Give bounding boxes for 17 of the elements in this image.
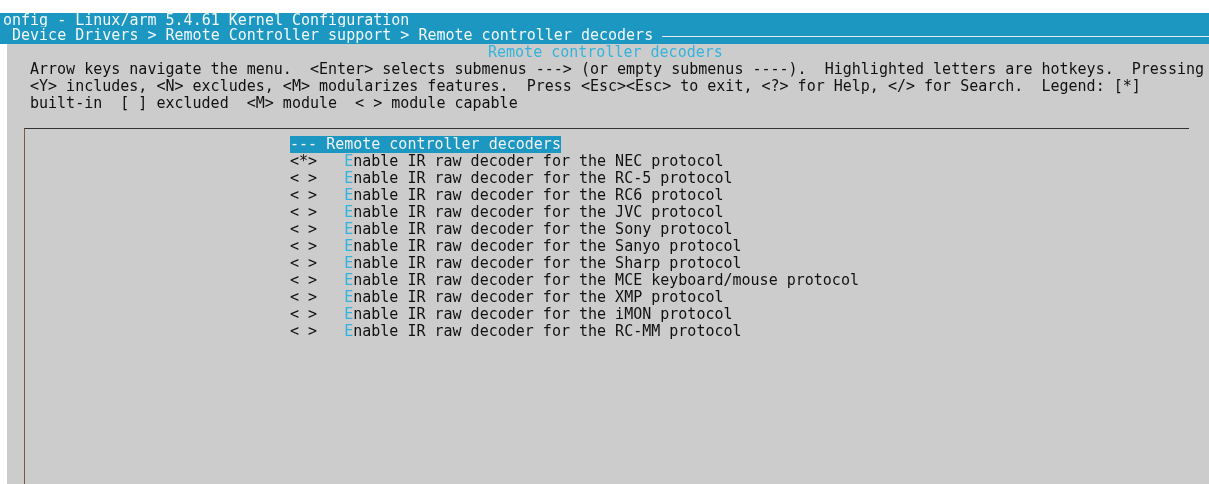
menu-option[interactable]: < > Enable IR raw decoder for the RC-MM protocol [290, 323, 742, 340]
help-text: built-in [ ] excluded <M> module < > module capable [30, 95, 518, 112]
menu-option[interactable]: <*> Enable IR raw decoder for the NEC protocol [290, 153, 724, 170]
menu-option[interactable]: < > Enable IR raw decoder for the iMON protocol [290, 306, 733, 323]
breadcrumb: Device Drivers > Remote Controller support > Remote controller decoders [12, 27, 654, 44]
menu-option[interactable]: < > Enable IR raw decoder for the RC-5 protocol [290, 170, 733, 187]
menu-option[interactable]: < > Enable IR raw decoder for the XMP protocol [290, 289, 724, 306]
window-title: onfig - Linux/arm 5.4.61 Kernel Configuration [2, 13, 410, 27]
menu-option[interactable]: < > Enable IR raw decoder for the JVC protocol [290, 204, 724, 221]
menu-option[interactable]: < > Enable IR raw decoder for the Sanyo protocol [290, 238, 742, 255]
menu-option[interactable]: < > Enable IR raw decoder for the MCE keyboard/mouse protocol [290, 272, 859, 289]
help-text: Arrow keys navigate the menu. <Enter> selects submenus ---> (or empty submenus ----). Highlighted letters are hotkeys. Pressing [30, 61, 1204, 78]
menu-option[interactable]: < > Enable IR raw decoder for the Sony protocol [290, 221, 733, 238]
menu-option[interactable]: < > Enable IR raw decoder for the Sharp protocol [290, 255, 742, 272]
dialog-title: Remote controller decoders [488, 43, 723, 61]
help-text: <Y> includes, <N> excludes, <M> modularizes features. Press <Esc><Esc> to exit, <?> for Help, </> for Search. Legend: [*] [30, 78, 1141, 95]
menu-option[interactable]: < > Enable IR raw decoder for the RC6 protocol [290, 187, 724, 204]
